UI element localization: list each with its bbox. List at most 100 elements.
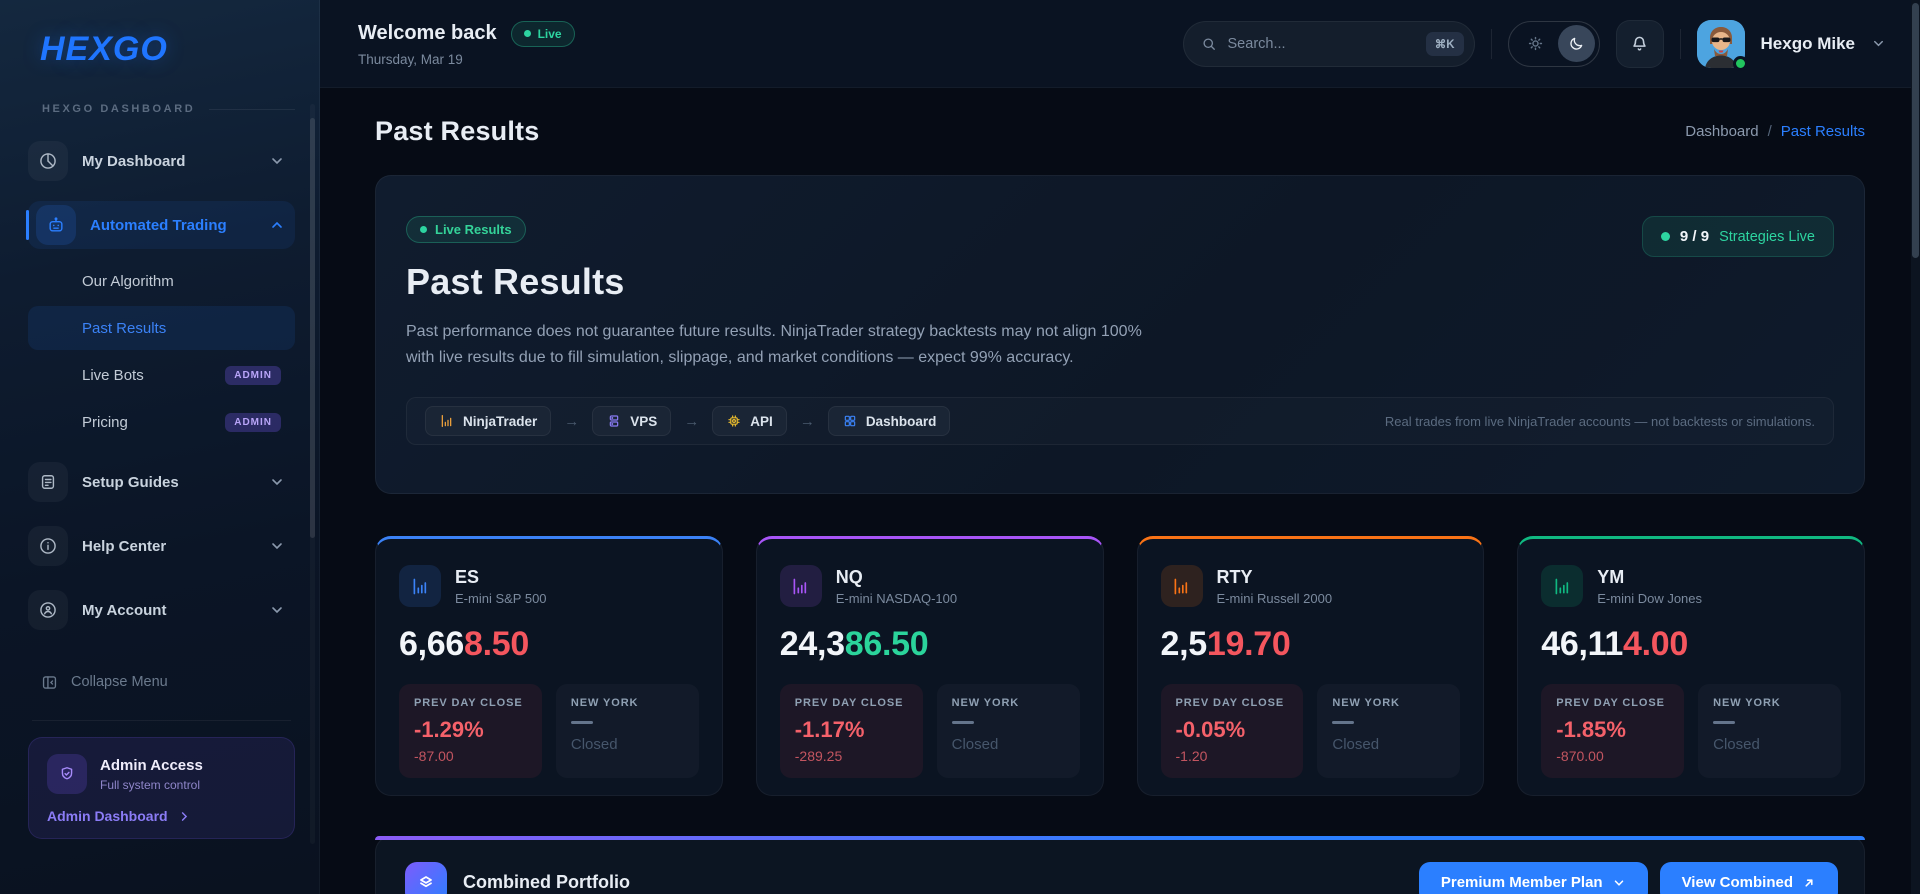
sidebar-item-label: Help Center — [82, 537, 167, 555]
divider — [1490, 28, 1492, 59]
market-name: E-mini NASDAQ-100 — [835, 590, 958, 606]
session-label: NEW YORK — [1713, 697, 1781, 709]
current-date: Thursday, Mar 19 — [358, 51, 463, 67]
user-circle-icon — [28, 590, 68, 630]
chevron-down-icon — [1614, 879, 1623, 886]
moon-icon[interactable] — [1557, 25, 1595, 62]
change-absolute: -870.00 — [1556, 748, 1604, 764]
hexgo-logo: HEXGO — [40, 30, 168, 68]
sun-icon[interactable] — [1513, 34, 1558, 53]
hero-title: Past Results — [406, 261, 625, 302]
prev-day-close-box: PREV DAY CLOSE -1.85% -870.00 — [1541, 684, 1685, 778]
sidebar-item-my-dashboard[interactable]: My Dashboard — [28, 137, 295, 185]
page-scrollbar[interactable] — [1911, 0, 1920, 894]
market-symbol: NQ — [835, 566, 863, 587]
sidebar-item-my-account[interactable]: My Account — [28, 586, 295, 634]
arrow-right-icon: → — [799, 412, 815, 430]
sidebar-item-automated-trading[interactable]: Automated Trading — [26, 201, 295, 249]
search-icon — [1202, 37, 1215, 50]
pie-chart-icon — [28, 141, 68, 181]
subitem-label: Past Results — [82, 319, 167, 337]
collapse-menu-button[interactable]: Collapse Menu — [40, 662, 295, 702]
server-icon — [610, 415, 619, 427]
arrow-right-icon: → — [564, 412, 580, 430]
market-card-ym: YM E-mini Dow Jones 46,114.00 PREV DAY C… — [1517, 536, 1865, 796]
session-status: Closed — [951, 736, 999, 753]
change-percent: -1.85% — [1556, 717, 1626, 742]
theme-toggle[interactable] — [1507, 20, 1600, 67]
top-bar: Welcome back Live Thursday, Mar 19 ⌘K — [320, 0, 1920, 88]
bell-icon — [1633, 36, 1646, 51]
online-status-dot — [1732, 55, 1748, 71]
divider — [1679, 28, 1681, 59]
strategies-count: 9 / 9 — [1679, 228, 1710, 245]
sidebar-nav: My Dashboard Automated Trading Our Algor… — [26, 137, 295, 650]
combined-portfolio-title: Combined Portfolio — [463, 872, 630, 892]
chevron-down-icon — [272, 158, 282, 165]
divider — [209, 108, 295, 110]
sidebar-subitem-live-bots[interactable]: Live Bots ADMIN — [28, 353, 295, 397]
sidebar-item-help-center[interactable]: Help Center — [28, 522, 295, 570]
market-card-nq: NQ E-mini NASDAQ-100 24,386.50 PREV DAY … — [755, 536, 1104, 796]
arrow-up-right-icon — [1805, 878, 1813, 887]
sidebar-item-label: Automated Trading — [90, 216, 227, 234]
prev-close-label: PREV DAY CLOSE — [414, 697, 523, 709]
welcome-title: Welcome back — [358, 22, 497, 44]
breadcrumb-separator: / — [1767, 123, 1772, 140]
prev-close-label: PREV DAY CLOSE — [1556, 697, 1665, 709]
pipeline-chip-label: VPS — [630, 413, 658, 429]
breadcrumb-dashboard[interactable]: Dashboard — [1685, 123, 1758, 140]
arrow-right-icon: → — [684, 412, 700, 430]
avatar[interactable] — [1696, 19, 1748, 71]
premium-member-plan-button[interactable]: Premium Member Plan — [1418, 862, 1648, 894]
chevron-up-icon — [272, 221, 282, 228]
sidebar-item-setup-guides[interactable]: Setup Guides — [28, 458, 295, 506]
sidebar-subitem-pricing[interactable]: Pricing ADMIN — [28, 400, 295, 444]
dash-icon — [1332, 721, 1355, 724]
info-circle-icon — [28, 526, 68, 566]
main-area: Welcome back Live Thursday, Mar 19 ⌘K — [320, 0, 1920, 894]
pipeline-chip-label: NinjaTrader — [463, 413, 538, 429]
sidebar-scrollbar-thumb[interactable] — [310, 118, 315, 538]
bar-chart-icon — [1541, 565, 1584, 607]
prev-day-close-box: PREV DAY CLOSE -0.05% -1.20 — [1160, 684, 1304, 778]
bar-chart-icon — [1160, 565, 1203, 607]
sidebar-subitem-our-algorithm[interactable]: Our Algorithm — [28, 259, 295, 303]
pipeline-chip-label: Dashboard — [865, 413, 937, 429]
admin-access-card: Admin Access Full system control Admin D… — [28, 737, 295, 839]
sidebar-scrollbar[interactable] — [310, 104, 315, 844]
combined-portfolio-card: Combined Portfolio Premium Member Plan V… — [375, 836, 1865, 894]
live-status-badge: Live — [510, 20, 575, 47]
chevron-down-icon — [272, 607, 282, 614]
chip-icon — [728, 415, 740, 427]
subitem-label: Live Bots — [82, 366, 144, 384]
page-scrollbar-thumb[interactable] — [1912, 3, 1919, 258]
admin-dashboard-link[interactable]: Admin Dashboard — [47, 808, 278, 824]
chevron-down-icon[interactable] — [1871, 36, 1886, 51]
view-combined-button[interactable]: View Combined — [1659, 862, 1838, 894]
market-price: 2,519.70 — [1160, 625, 1291, 663]
bar-chart-icon — [779, 565, 822, 607]
change-percent: -0.05% — [1175, 717, 1246, 742]
market-symbol: YM — [1597, 566, 1625, 587]
notifications-button[interactable] — [1615, 19, 1664, 68]
session-status: Closed — [1713, 736, 1760, 753]
market-price: 24,386.50 — [779, 625, 929, 663]
breadcrumb-current: Past Results — [1780, 123, 1865, 140]
live-dot-icon — [420, 226, 427, 233]
chevron-down-icon — [272, 479, 282, 486]
subitem-label: Our Algorithm — [82, 272, 174, 290]
change-percent: -1.29% — [414, 717, 484, 742]
robot-icon — [36, 205, 76, 245]
chevron-right-icon — [181, 811, 187, 821]
market-name: E-mini Dow Jones — [1597, 590, 1703, 606]
breadcrumb: Dashboard / Past Results — [1685, 123, 1865, 140]
sidebar-section-label: HEXGO DASHBOARD — [42, 103, 196, 115]
document-icon — [28, 462, 68, 502]
sidebar-section-label-row: HEXGO DASHBOARD — [42, 103, 295, 115]
search-box[interactable]: ⌘K — [1182, 20, 1475, 67]
market-symbol: ES — [455, 566, 480, 587]
new-york-session-box: NEW YORK Closed — [1317, 684, 1461, 778]
search-input[interactable] — [1227, 35, 1416, 52]
sidebar-subitem-past-results[interactable]: Past Results — [28, 306, 295, 350]
